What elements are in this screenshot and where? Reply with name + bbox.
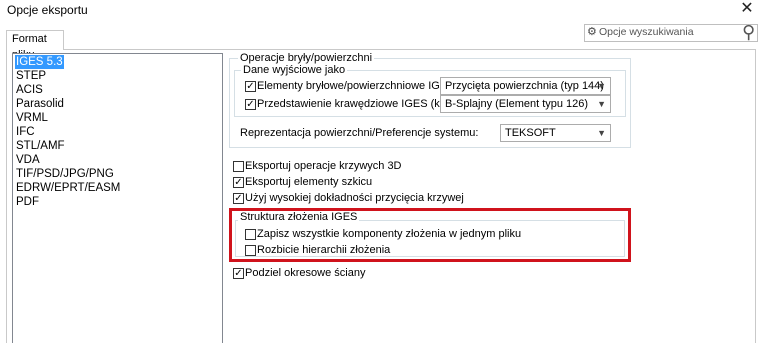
highlight-frame [229,208,631,262]
list-item[interactable]: TIF/PSD/JPG/PNG [15,167,115,181]
search-input[interactable]: ⚙ Opcje wyszukiwania ⚲ [584,22,758,43]
export-sketch-label: Eksportuj elementy szkicu [245,176,373,188]
split-periodic-label: Podziel okresowe ściany [245,267,366,279]
window-title: Opcje eksportu [7,3,88,17]
list-item[interactable]: ACIS [15,83,44,97]
list-item[interactable]: PDF [15,195,40,209]
export-3d-curves-checkbox[interactable] [233,161,244,172]
tab-format[interactable]: Format pliku [6,30,64,61]
list-item[interactable]: IGES 5.3 [15,55,64,69]
list-item[interactable]: Parasolid [15,97,65,111]
gear-icon[interactable]: ⚙ [587,25,597,38]
high-precision-trim-label: Użyj wysokiej dokładności przycięcia krz… [245,192,464,204]
format-list[interactable]: IGES 5.3 STEP ACIS Parasolid VRML IFC ST… [12,53,223,343]
list-item[interactable]: EDRW/EPRT/EASM [15,181,121,195]
export-3d-curves-label: Eksportuj operacje krzywych 3D [245,160,402,172]
list-item[interactable]: VRML [15,111,49,125]
solid-surface-elements-label: Elementy bryłowe/powierzchniowe IGES: [257,80,458,92]
solid-surface-elements-checkbox[interactable]: ✓ [245,81,256,92]
search-icon[interactable]: ⚲ [742,22,755,43]
list-item[interactable]: VDA [15,153,41,167]
split-periodic-checkbox[interactable]: ✓ [233,268,244,279]
representation-label: Reprezentacja powierzchni/Preferencje sy… [240,127,479,139]
list-item[interactable]: IFC [15,125,36,139]
wireframe-type-select[interactable]: B-Splajny (Element typu 126) ▼ [440,95,611,113]
list-item[interactable]: STEP [15,69,47,83]
chevron-down-icon: ▼ [597,81,606,91]
close-icon[interactable]: ✕ [737,0,757,18]
wireframe-checkbox[interactable]: ✓ [245,99,256,110]
solid-surface-type-select[interactable]: Przycięta powierzchnia (typ 144) ▼ [440,77,611,95]
output-data-group-title: Dane wyjściowe jako [241,64,348,76]
search-placeholder: Opcje wyszukiwania [599,26,694,38]
chevron-down-icon: ▼ [597,128,606,138]
representation-value: TEKSOFT [505,127,556,139]
list-item[interactable]: STL/AMF [15,139,66,153]
representation-select[interactable]: TEKSOFT ▼ [500,124,611,142]
high-precision-trim-checkbox[interactable]: ✓ [233,193,244,204]
solid-surface-type-value: Przycięta powierzchnia (typ 144) [445,80,604,92]
wireframe-type-value: B-Splajny (Element typu 126) [445,98,589,110]
chevron-down-icon: ▼ [597,99,606,109]
export-sketch-checkbox[interactable]: ✓ [233,177,244,188]
solid-surface-group-title: Operacje bryły/powierzchni [238,52,375,64]
